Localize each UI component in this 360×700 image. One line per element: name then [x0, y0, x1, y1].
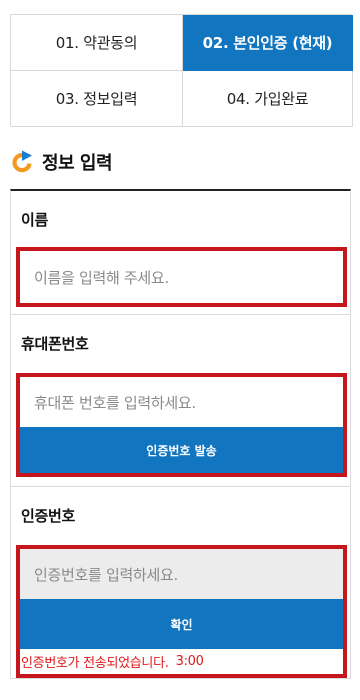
code-input[interactable]: 인증번호를 입력하세요.: [20, 549, 343, 599]
name-highlight-box: 이름을 입력해 주세요.: [16, 247, 347, 307]
name-row: 이름 이름을 입력해 주세요.: [11, 191, 350, 315]
phone-highlight-box: 휴대폰 번호를 입력하세요. 인증번호 발송: [16, 373, 347, 477]
code-sent-message: 인증번호가 전송되었습니다.: [21, 656, 169, 671]
section-title: 정보 입력: [42, 153, 113, 174]
phone-label: 휴대폰번호: [21, 335, 89, 353]
confirm-button[interactable]: 확인: [20, 599, 343, 649]
name-label: 이름: [21, 211, 49, 229]
step-complete[interactable]: 04. 가입완료: [183, 71, 353, 127]
phone-input[interactable]: 휴대폰 번호를 입력하세요.: [20, 377, 343, 427]
step-identity-verification[interactable]: 02. 본인인증 (현재): [183, 15, 353, 71]
signup-steps: 01. 약관동의 02. 본인인증 (현재) 03. 정보입력 04. 가입완료: [10, 14, 353, 127]
code-row: 인증번호 인증번호를 입력하세요. 확인 인증번호가 전송되었습니다. 3:00: [11, 487, 350, 680]
step-terms[interactable]: 01. 약관동의: [11, 15, 183, 71]
code-highlight-box: 인증번호를 입력하세요. 확인 인증번호가 전송되었습니다. 3:00: [16, 545, 347, 678]
code-label: 인증번호: [21, 507, 76, 525]
countdown-timer: 3:00: [175, 654, 204, 669]
step-info-input[interactable]: 03. 정보입력: [11, 71, 183, 127]
code-sent-notice: 인증번호가 전송되었습니다. 3:00: [20, 649, 343, 674]
section-header: 정보 입력: [10, 148, 113, 176]
info-form: 이름 이름을 입력해 주세요. 휴대폰번호 휴대폰 번호를 입력하세요. 인증번…: [10, 189, 351, 679]
send-code-button[interactable]: 인증번호 발송: [20, 427, 343, 473]
phone-row: 휴대폰번호 휴대폰 번호를 입력하세요. 인증번호 발송: [11, 315, 350, 487]
refresh-arrow-icon: [12, 150, 32, 173]
name-input[interactable]: 이름을 입력해 주세요.: [20, 251, 343, 303]
